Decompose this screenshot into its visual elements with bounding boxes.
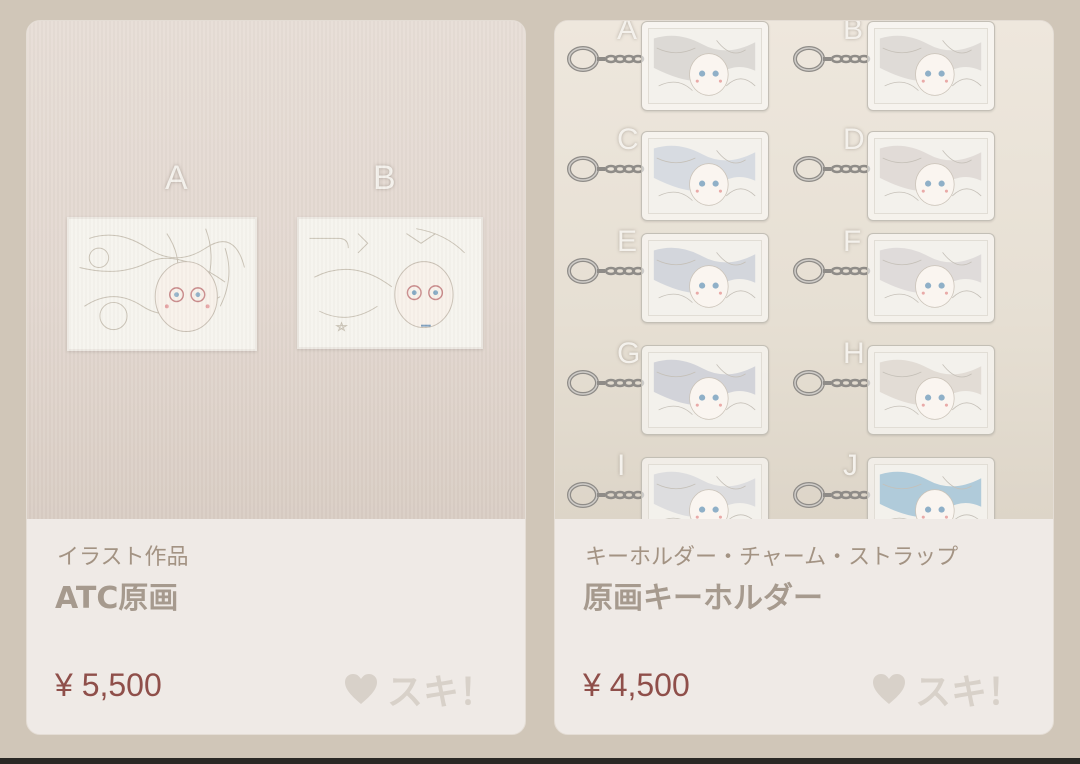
product-photo[interactable]: ABCDEFGHIJ [555, 21, 1053, 519]
keychain-item: B [787, 21, 1002, 111]
acrylic-charm [867, 457, 995, 519]
photo-label-a: A [165, 159, 188, 197]
product-card[interactable]: A B イラスト作品 ATC原画 ¥ 5,500 スキ！ [26, 20, 526, 735]
lobster-clasp-icon [561, 37, 651, 77]
lobster-clasp-icon [787, 473, 877, 513]
lobster-clasp-icon [787, 249, 877, 289]
acrylic-charm [641, 131, 769, 221]
keychain-item: G [561, 333, 776, 435]
like-label: スキ！ [914, 672, 1023, 713]
acrylic-charm [867, 131, 995, 221]
heart-icon [871, 672, 907, 706]
acrylic-charm [867, 233, 995, 323]
artwork-card [297, 217, 483, 349]
acrylic-charm [867, 21, 995, 111]
product-info: キーホルダー・チャーム・ストラップ 原画キーホルダー ¥ 4,500 スキ！ [555, 519, 1053, 734]
product-photo[interactable]: A B [27, 21, 525, 519]
keychain-item: D [787, 119, 1002, 221]
lobster-clasp-icon [561, 249, 651, 289]
keychain-item: F [787, 221, 1002, 323]
product-price: ¥ 5,500 [55, 667, 162, 703]
like-button[interactable]: スキ！ [343, 663, 495, 715]
keychain-item: J [787, 445, 1002, 519]
lobster-clasp-icon [787, 361, 877, 401]
keychain-item: A [561, 21, 776, 111]
like-label: スキ！ [386, 672, 495, 713]
product-card[interactable]: ABCDEFGHIJ キーホルダー・チャーム・ストラップ 原画キーホルダー ¥ … [554, 20, 1054, 735]
lobster-clasp-icon [561, 361, 651, 401]
keychain-item: I [561, 445, 776, 519]
product-price: ¥ 4,500 [583, 667, 690, 703]
product-title[interactable]: ATC原画 [55, 573, 178, 617]
keychain-item: C [561, 119, 776, 221]
lobster-clasp-icon [787, 147, 877, 187]
heart-icon [343, 672, 379, 706]
bottom-edge [0, 758, 1080, 764]
product-grid: A B イラスト作品 ATC原画 ¥ 5,500 スキ！ A B C D E F… [0, 0, 1080, 764]
keychain-item: E [561, 221, 776, 323]
keychain-item: H [787, 333, 1002, 435]
like-button[interactable]: スキ！ [871, 663, 1023, 715]
artwork-card [67, 217, 257, 351]
photo-label-b: B [373, 159, 396, 197]
product-info: イラスト作品 ATC原画 ¥ 5,500 スキ！ [27, 519, 525, 734]
acrylic-charm [641, 457, 769, 519]
acrylic-charm [641, 21, 769, 111]
acrylic-charm [641, 345, 769, 435]
product-category[interactable]: イラスト作品 [57, 539, 189, 571]
acrylic-charm [641, 233, 769, 323]
product-title[interactable]: 原画キーホルダー [583, 573, 823, 617]
lobster-clasp-icon [561, 147, 651, 187]
lobster-clasp-icon [561, 473, 651, 513]
acrylic-charm [867, 345, 995, 435]
lobster-clasp-icon [787, 37, 877, 77]
product-category[interactable]: キーホルダー・チャーム・ストラップ [585, 539, 958, 571]
